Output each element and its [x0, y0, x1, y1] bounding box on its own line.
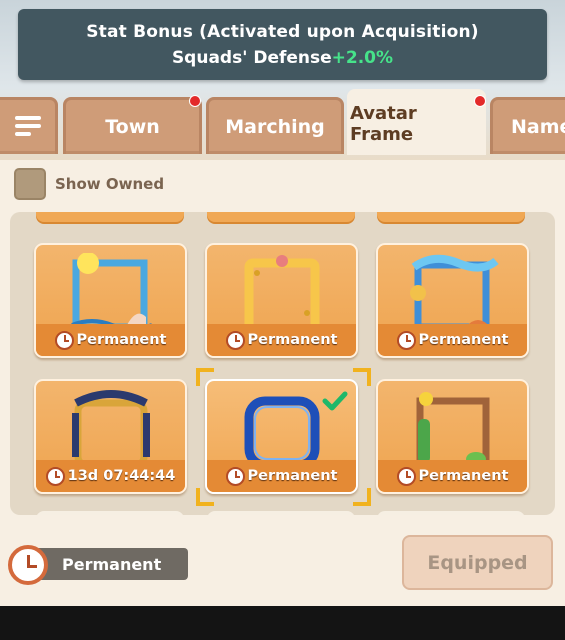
frame-card[interactable]: Permanent — [376, 243, 529, 358]
clock-icon — [225, 466, 245, 486]
tab-avatar-frame[interactable]: Avatar Frame — [347, 89, 486, 155]
tab-marching[interactable]: Marching — [206, 97, 344, 154]
equipped-check-icon — [322, 391, 348, 411]
stat-bonus-value: Squads' Defense+2.0% — [18, 48, 547, 68]
frame-card[interactable]: Permanent — [34, 243, 187, 358]
equipped-button[interactable]: Equipped — [402, 535, 553, 590]
system-nav-bar — [0, 606, 565, 640]
frame-card-selected[interactable]: Permanent — [205, 379, 358, 494]
show-owned-label: Show Owned — [55, 175, 165, 193]
show-owned-filter[interactable]: Show Owned — [14, 168, 164, 200]
desert-cactus-frame-icon — [416, 392, 490, 469]
frame-grid[interactable]: Permanent Permanent Permanent 13d 07:44:… — [10, 212, 555, 515]
wave-banner-frame-icon — [410, 254, 499, 331]
selection-corner — [353, 368, 371, 386]
notification-dot — [189, 95, 201, 107]
clock-icon — [45, 466, 65, 486]
frame-card-partial[interactable] — [377, 511, 525, 515]
frame-duration: Permanent — [207, 324, 356, 356]
frame-card-partial[interactable] — [36, 511, 184, 515]
clock-icon — [396, 466, 416, 486]
clock-icon — [8, 545, 48, 585]
clock-icon — [225, 330, 245, 350]
sponge-frame-icon — [244, 255, 320, 334]
clock-icon — [396, 330, 416, 350]
stat-name: Squads' Defense — [171, 48, 332, 68]
tab-marching-label: Marching — [225, 116, 325, 138]
royal-gold-frame-icon — [72, 390, 150, 469]
ocean-sun-frame-icon — [71, 253, 153, 331]
selected-duration-display: Permanent — [8, 545, 188, 585]
frame-duration: Permanent — [378, 324, 527, 356]
frame-card[interactable]: Permanent — [205, 243, 358, 358]
frame-card-partial[interactable] — [377, 212, 525, 222]
selection-corner — [196, 368, 214, 386]
selected-duration-label: Permanent — [28, 548, 188, 580]
frame-card[interactable]: Permanent — [376, 379, 529, 494]
tab-name-label: Name — [511, 116, 565, 138]
stat-bonus-banner: Stat Bonus (Activated upon Acquisition) … — [18, 9, 547, 80]
clock-icon — [54, 330, 74, 350]
frame-duration: Permanent — [207, 460, 356, 492]
selection-corner — [196, 488, 214, 506]
tab-avatar-frame-label: Avatar Frame — [350, 102, 417, 145]
frame-card[interactable]: 13d 07:44:44 — [34, 379, 187, 494]
frame-duration: Permanent — [378, 460, 527, 492]
blue-swirl-frame-icon — [244, 396, 320, 470]
stat-bonus-percent: +2.0% — [331, 48, 394, 68]
sort-menu-icon — [14, 116, 41, 138]
frame-duration: Permanent — [36, 324, 185, 356]
frame-card-partial[interactable] — [207, 511, 355, 515]
selection-corner — [353, 488, 371, 506]
frame-card-partial[interactable] — [207, 212, 355, 222]
notification-dot — [474, 95, 486, 107]
tab-town-label: Town — [105, 116, 160, 138]
show-owned-checkbox[interactable] — [14, 168, 46, 200]
tab-town[interactable]: Town — [63, 97, 202, 154]
stat-bonus-title: Stat Bonus (Activated upon Acquisition) — [86, 22, 479, 42]
tab-name[interactable]: Name — [490, 97, 565, 154]
frame-card-partial[interactable] — [36, 212, 184, 222]
sort-menu-button[interactable] — [0, 97, 58, 154]
frame-duration: 13d 07:44:44 — [36, 460, 185, 492]
